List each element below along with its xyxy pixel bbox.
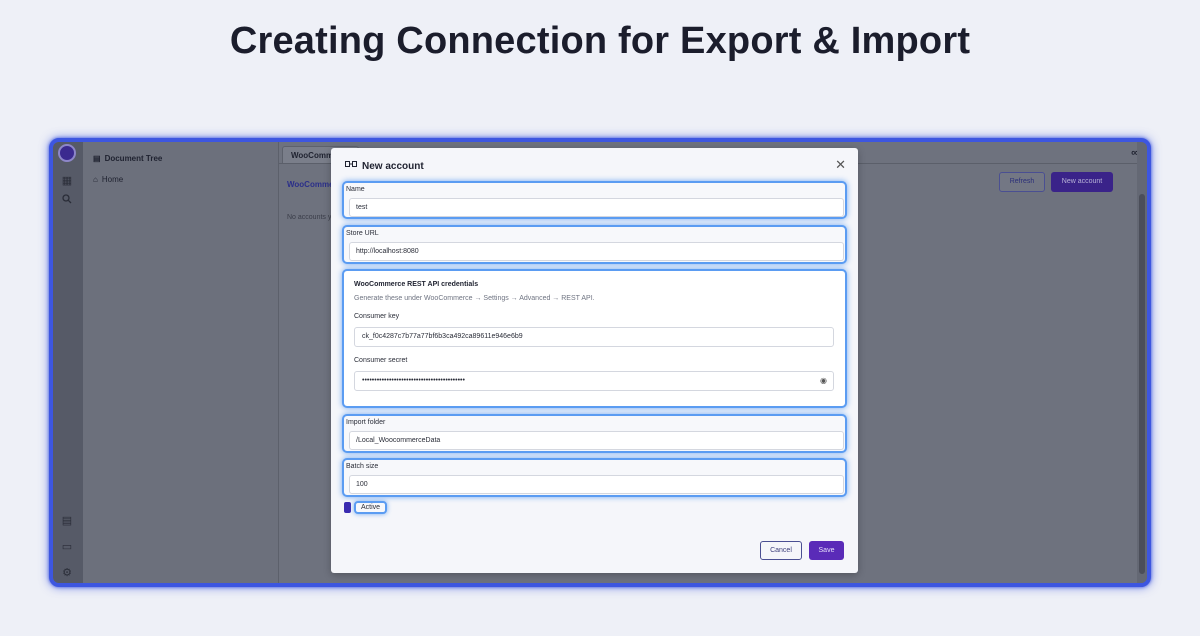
consumer-key-input[interactable]: ck_f0c4287c7b77a77bf6b3ca492ca89611e946e… xyxy=(354,327,834,347)
dialog-header: New account xyxy=(345,160,424,172)
settings-icon[interactable]: ⚙ xyxy=(60,566,74,580)
store-url-input[interactable]: http://localhost:8080 xyxy=(349,242,844,261)
name-input[interactable]: test xyxy=(349,198,844,217)
scrollbar[interactable] xyxy=(1137,142,1147,583)
home-icon: ⌂ xyxy=(93,175,98,184)
eye-icon[interactable]: ◉ xyxy=(820,376,827,386)
consumer-secret-input[interactable]: ••••••••••••••••••••••••••••••••••••••••… xyxy=(354,371,834,391)
batch-size-field-group: Batch size 100 xyxy=(342,458,847,497)
document-tree-header: ▤ Document Tree xyxy=(93,154,163,163)
cancel-button[interactable]: Cancel xyxy=(760,541,802,560)
active-toggle[interactable]: Active xyxy=(344,501,388,514)
tree-item-home[interactable]: ⌂ Home xyxy=(93,175,123,184)
active-label: Active xyxy=(354,501,388,514)
active-checkbox[interactable] xyxy=(344,502,351,513)
credentials-title: WooCommerce REST API credentials xyxy=(354,281,479,288)
handshake-icon xyxy=(345,160,357,172)
grid-icon[interactable]: ▦ xyxy=(60,174,74,188)
store-url-field-group: Store URL http://localhost:8080 xyxy=(342,225,847,264)
document-icon[interactable]: ▤ xyxy=(60,514,74,528)
consumer-secret-value: ••••••••••••••••••••••••••••••••••••••••… xyxy=(362,377,465,384)
page-title: Creating Connection for Export & Import xyxy=(229,20,971,62)
credentials-card: WooCommerce REST API credentials Generat… xyxy=(342,269,847,408)
name-field-group: Name test xyxy=(342,181,847,219)
save-button[interactable]: Save xyxy=(809,541,844,560)
document-icon: ▤ xyxy=(93,154,101,163)
consumer-key-label: Consumer key xyxy=(354,313,400,320)
batch-size-input[interactable]: 100 xyxy=(349,475,844,494)
search-icon[interactable] xyxy=(60,194,74,208)
import-folder-field-group: Import folder /Local_WoocommerceData xyxy=(342,414,847,453)
refresh-button[interactable]: Refresh xyxy=(999,172,1045,192)
empty-state: No accounts yet xyxy=(287,214,338,221)
import-folder-label: Import folder xyxy=(346,419,386,426)
dialog-title: New account xyxy=(362,160,424,172)
import-folder-input[interactable]: /Local_WoocommerceData xyxy=(349,431,844,450)
avatar[interactable] xyxy=(58,144,76,162)
batch-size-label: Batch size xyxy=(346,463,379,470)
name-label: Name xyxy=(346,186,365,193)
new-account-button[interactable]: New account xyxy=(1051,172,1113,192)
store-url-label: Store URL xyxy=(346,230,379,237)
close-icon[interactable]: ✕ xyxy=(835,158,846,171)
document-tree-panel: ▤ Document Tree ⌂ Home xyxy=(83,142,279,583)
consumer-secret-label: Consumer secret xyxy=(354,357,408,364)
scrollbar-thumb[interactable] xyxy=(1139,194,1145,574)
credentials-hint: Generate these under WooCommerce → Setti… xyxy=(354,295,595,302)
briefcase-icon[interactable]: ▭ xyxy=(60,540,74,554)
new-account-dialog: New account ✕ Name test Store URL http:/… xyxy=(331,148,858,573)
icon-rail: ▦ ▤ ▭ ⚙ xyxy=(53,142,83,583)
